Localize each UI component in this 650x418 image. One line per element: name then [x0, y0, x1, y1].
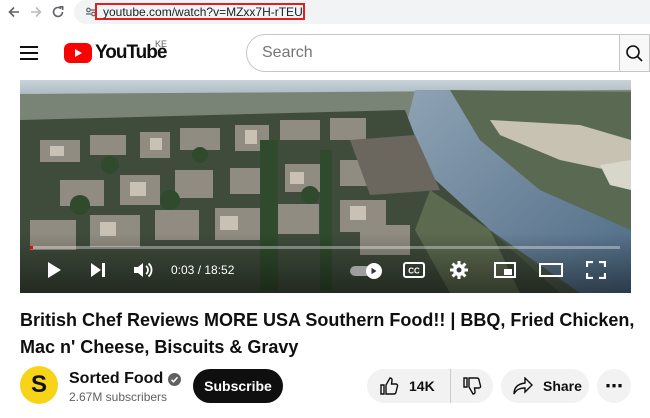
dislike-button[interactable] — [451, 369, 493, 403]
captions-button[interactable]: CC — [402, 256, 426, 284]
share-arrow-icon — [513, 377, 533, 395]
channel-name[interactable]: Sorted Food — [69, 370, 163, 388]
progress-fill — [30, 246, 33, 249]
thumbs-up-icon — [380, 377, 399, 395]
volume-icon — [134, 262, 153, 278]
skip-next-icon — [91, 263, 105, 277]
subscriber-count: 2.67M subscribers — [69, 390, 168, 404]
miniplayer-icon — [494, 262, 516, 278]
arrow-right-icon — [31, 6, 42, 18]
svg-text:CC: CC — [408, 267, 420, 276]
search-bar — [246, 34, 650, 72]
thumbs-down-icon — [463, 377, 482, 395]
browser-toolbar: youtube.com/watch?v=MZxx7H-rTEU — [0, 0, 650, 24]
youtube-play-logo-icon — [64, 43, 92, 63]
theater-mode-icon — [539, 263, 563, 277]
arrow-left-icon — [8, 6, 19, 18]
captions-icon: CC — [403, 262, 425, 278]
play-icon — [48, 262, 61, 278]
address-bar[interactable]: youtube.com/watch?v=MZxx7H-rTEU — [74, 0, 650, 24]
volume-button[interactable] — [130, 256, 156, 284]
like-count: 14K — [409, 378, 435, 394]
gear-icon — [450, 261, 468, 279]
video-player[interactable]: 0:03 / 18:52 CC — [20, 80, 631, 293]
reload-button[interactable] — [47, 1, 69, 23]
video-title: British Chef Reviews MORE USA Southern F… — [20, 310, 635, 357]
search-input[interactable] — [246, 34, 620, 72]
channel-avatar[interactable]: S — [20, 366, 58, 404]
time-display: 0:03 / 18:52 — [171, 263, 235, 277]
like-dislike-group: 14K — [367, 369, 493, 403]
forward-button[interactable] — [25, 1, 47, 23]
autoplay-toggle-icon — [350, 263, 382, 279]
country-code: KE — [155, 39, 168, 49]
youtube-header: YouTube KE — [0, 30, 650, 76]
url-text: youtube.com/watch?v=MZxx7H-rTEU — [103, 4, 303, 19]
fullscreen-button[interactable] — [584, 256, 608, 284]
more-actions-button[interactable]: ⋯ — [597, 369, 631, 403]
reload-icon — [52, 6, 64, 18]
fullscreen-icon — [586, 261, 606, 279]
play-button[interactable] — [42, 256, 66, 284]
subscribe-button[interactable]: Subscribe — [193, 369, 283, 403]
share-label: Share — [543, 378, 582, 394]
autoplay-toggle[interactable] — [350, 263, 382, 279]
like-button[interactable]: 14K — [367, 369, 451, 403]
search-button[interactable] — [620, 34, 650, 72]
hamburger-menu-icon[interactable] — [18, 42, 42, 64]
youtube-logo[interactable]: YouTube — [64, 39, 167, 67]
settings-button[interactable] — [447, 256, 471, 284]
next-button[interactable] — [86, 256, 110, 284]
miniplayer-button[interactable] — [493, 256, 517, 284]
share-button[interactable]: Share — [501, 369, 589, 403]
theater-mode-button[interactable] — [538, 256, 564, 284]
url-highlight[interactable]: youtube.com/watch?v=MZxx7H-rTEU — [95, 3, 305, 20]
search-icon — [626, 45, 643, 62]
back-button[interactable] — [3, 1, 25, 23]
progress-bar[interactable] — [30, 246, 620, 249]
verified-check-icon — [168, 372, 182, 386]
channel-name-row: Sorted Food — [69, 370, 182, 388]
